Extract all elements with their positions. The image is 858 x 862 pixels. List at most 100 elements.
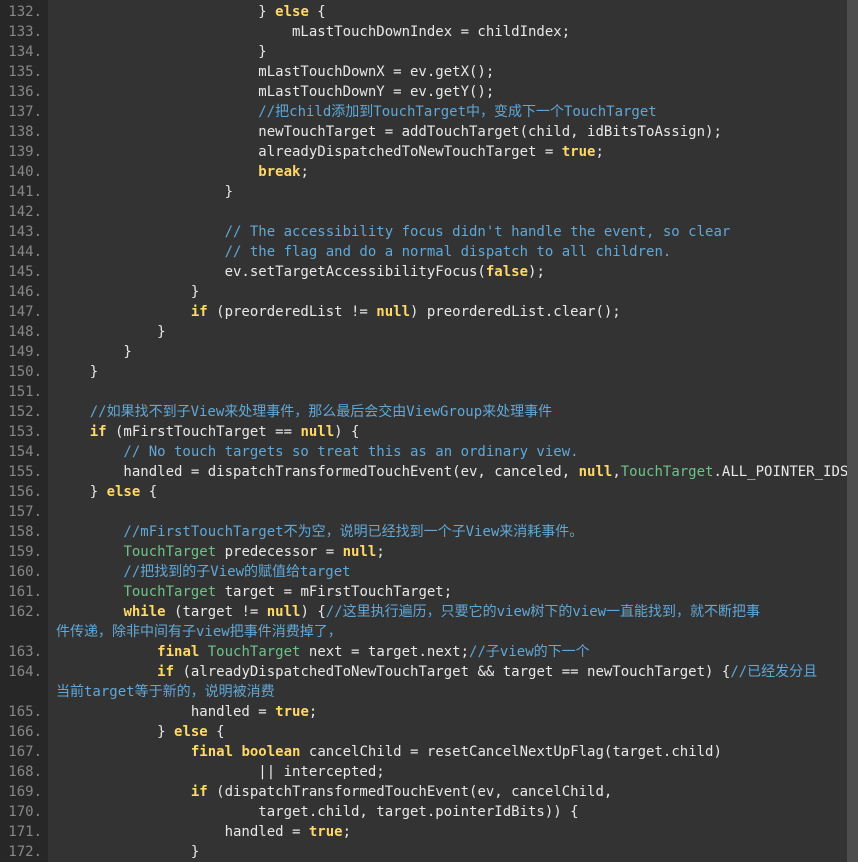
line-number: 134.	[0, 42, 42, 62]
code-token: (alreadyDispatchedToNewTouchTarget && ta…	[174, 664, 730, 680]
code-token: mLastTouchDownIndex = childIndex;	[56, 24, 570, 40]
code-line: if (dispatchTransformedTouchEvent(ev, ca…	[56, 782, 858, 802]
line-number: 135.	[0, 62, 42, 82]
code-token: }	[56, 284, 199, 300]
line-number: 146.	[0, 282, 42, 302]
code-token: alreadyDispatchedToNewTouchTarget =	[56, 144, 562, 160]
code-token: handled = dispatchTransformedTouchEvent(…	[56, 464, 579, 480]
code-token: {	[208, 724, 225, 740]
code-token: else	[174, 724, 208, 740]
code-token: final	[191, 744, 233, 760]
code-line: if (preorderedList != null) preorderedLi…	[56, 302, 858, 322]
code-line: if (mFirstTouchTarget == null) {	[56, 422, 858, 442]
code-token: null	[579, 464, 613, 480]
code-line: }	[56, 42, 858, 62]
code-line: handled = true;	[56, 702, 858, 722]
code-line: //把child添加到TouchTarget中，变成下一个TouchTarget	[56, 102, 858, 122]
code-line: // the flag and do a normal dispatch to …	[56, 242, 858, 262]
code-token	[56, 304, 191, 320]
code-line: target.child, target.pointerIdBits)) {	[56, 802, 858, 822]
code-token: mLastTouchDownX = ev.getX();	[56, 64, 494, 80]
code-token: ;	[309, 704, 317, 720]
line-number: 154.	[0, 442, 42, 462]
code-token: null	[376, 304, 410, 320]
line-number: 133.	[0, 22, 42, 42]
code-token: handled =	[56, 704, 275, 720]
code-line: } else {	[56, 2, 858, 22]
line-number: 140.	[0, 162, 42, 182]
code-token	[56, 784, 191, 800]
vertical-scrollbar[interactable]	[847, 0, 858, 862]
line-number: 168.	[0, 762, 42, 782]
code-line: mLastTouchDownX = ev.getX();	[56, 62, 858, 82]
code-token: next = target.next;	[300, 644, 469, 660]
code-line: || intercepted;	[56, 762, 858, 782]
code-line: // The accessibility focus didn't handle…	[56, 222, 858, 242]
code-token	[56, 604, 123, 620]
code-token: 当前target等于新的，说明被消费	[56, 684, 275, 700]
code-token: .ALL_POINTER_IDS);	[713, 464, 858, 480]
line-number-blank: .	[0, 682, 42, 702]
code-line: mLastTouchDownY = ev.getY();	[56, 82, 858, 102]
code-line: }	[56, 282, 858, 302]
code-token: TouchTarget	[123, 584, 216, 600]
line-number: 160.	[0, 562, 42, 582]
code-token: //如果找不到子View来处理事件，那么最后会交由ViewGroup来处理事件	[56, 404, 552, 420]
line-number: 147.	[0, 302, 42, 322]
code-token: || intercepted;	[56, 764, 385, 780]
code-token: boolean	[241, 744, 300, 760]
code-token: ,	[612, 464, 620, 480]
code-token: (preorderedList !=	[208, 304, 377, 320]
line-number: 143.	[0, 222, 42, 242]
code-token	[56, 664, 157, 680]
code-token: null	[300, 424, 334, 440]
line-number: 138.	[0, 122, 42, 142]
line-number: 132.	[0, 2, 42, 22]
code-line-continuation: 当前target等于新的，说明被消费	[56, 682, 858, 702]
code-line: final boolean cancelChild = resetCancelN…	[56, 742, 858, 762]
code-token: TouchTarget	[208, 644, 301, 660]
code-line: //如果找不到子View来处理事件，那么最后会交由ViewGroup来处理事件	[56, 402, 858, 422]
line-number: 171.	[0, 822, 42, 842]
line-number: 172.	[0, 842, 42, 862]
code-viewer: 132.133.134.135.136.137.138.139.140.141.…	[0, 0, 858, 862]
code-line: newTouchTarget = addTouchTarget(child, i…	[56, 122, 858, 142]
code-token: {	[309, 4, 326, 20]
code-token: null	[343, 544, 377, 560]
code-token: }	[56, 484, 107, 500]
code-token: //把找到的子View的赋值给target	[56, 564, 351, 580]
code-token: if	[157, 664, 174, 680]
code-content-area[interactable]: } else { mLastTouchDownIndex = childInde…	[48, 0, 858, 862]
line-number: 144.	[0, 242, 42, 262]
line-number: 162.	[0, 602, 42, 622]
code-line: // No touch targets so treat this as an …	[56, 442, 858, 462]
code-token: target.child, target.pointerIdBits)) {	[56, 804, 579, 820]
code-token: true	[562, 144, 596, 160]
code-token: final	[157, 644, 199, 660]
code-token: break	[258, 164, 300, 180]
code-token: ;	[376, 544, 384, 560]
line-number: 151.	[0, 382, 42, 402]
code-token	[199, 644, 207, 660]
line-number: 161.	[0, 582, 42, 602]
line-number: 164.	[0, 662, 42, 682]
line-number: 156.	[0, 482, 42, 502]
code-line: } else {	[56, 722, 858, 742]
code-line: final TouchTarget next = target.next;//子…	[56, 642, 858, 662]
line-number: 137.	[0, 102, 42, 122]
code-token: //这里执行遍历，只要它的view树下的view一直能找到，就不断把事	[326, 604, 760, 620]
line-number: 159.	[0, 542, 42, 562]
code-token: }	[56, 844, 199, 860]
code-line: TouchTarget target = mFirstTouchTarget;	[56, 582, 858, 602]
code-token: (mFirstTouchTarget ==	[107, 424, 301, 440]
line-number: 136.	[0, 82, 42, 102]
code-token: TouchTarget	[621, 464, 714, 480]
code-line: }	[56, 182, 858, 202]
code-token: (dispatchTransformedTouchEvent(ev, cance…	[208, 784, 613, 800]
line-number: 145.	[0, 262, 42, 282]
code-line: } else {	[56, 482, 858, 502]
code-token: if	[191, 304, 208, 320]
line-number: 169.	[0, 782, 42, 802]
code-line: handled = true;	[56, 822, 858, 842]
code-token: predecessor =	[216, 544, 342, 560]
